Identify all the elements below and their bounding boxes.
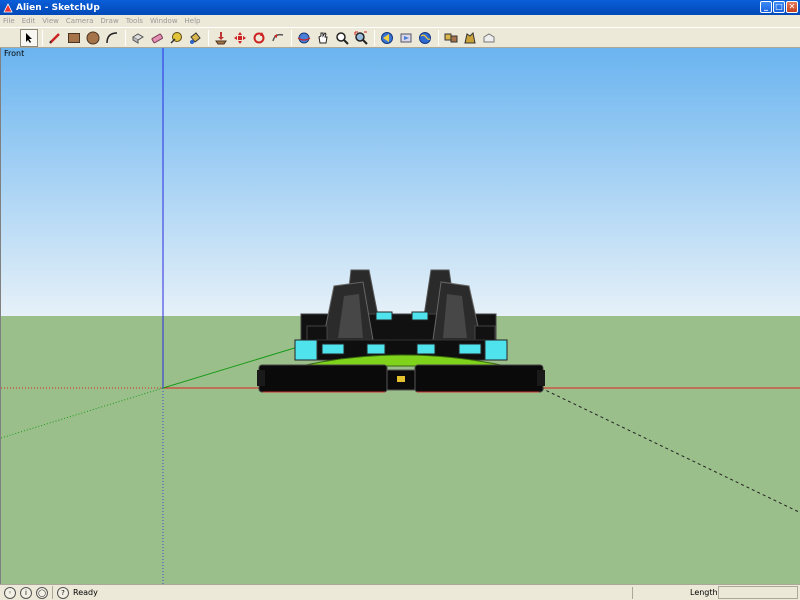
pencil-icon[interactable]	[46, 29, 64, 47]
toolbar-separator	[374, 29, 375, 46]
title-bar: Alien - SketchUp _ □ ✕	[0, 0, 800, 15]
menu-draw[interactable]: Draw	[100, 17, 118, 25]
toolbar-separator	[125, 29, 126, 46]
minimize-button[interactable]: _	[760, 1, 772, 13]
credits-status-icon[interactable]: i	[20, 586, 32, 599]
toolbar	[0, 27, 800, 48]
menu-view[interactable]: View	[42, 17, 59, 25]
rectangle-icon[interactable]	[65, 29, 83, 47]
status-separator	[52, 586, 53, 599]
menu-tools[interactable]: Tools	[126, 17, 143, 25]
move-icon[interactable]	[231, 29, 249, 47]
measurements-input[interactable]	[718, 586, 798, 599]
measurements-label: Length	[690, 588, 718, 597]
status-bar: ◦ i ◯ ? Ready Length	[0, 584, 800, 600]
view-label: Front	[4, 49, 25, 58]
geo-location-status-icon[interactable]: ◦	[4, 586, 16, 599]
eraser-icon[interactable]	[148, 29, 166, 47]
share-icon[interactable]	[480, 29, 498, 47]
geo-icon[interactable]	[416, 29, 434, 47]
push-pull-icon[interactable]	[129, 29, 147, 47]
push-pull-down-icon[interactable]	[212, 29, 230, 47]
select-icon[interactable]	[20, 28, 38, 47]
circle-icon[interactable]	[84, 29, 102, 47]
close-button[interactable]: ✕	[786, 1, 798, 13]
toolbar-separator	[291, 29, 292, 46]
status-text: Ready	[73, 588, 98, 597]
pan-icon[interactable]	[314, 29, 332, 47]
previous-view-icon[interactable]	[378, 29, 396, 47]
components-icon[interactable]	[442, 29, 460, 47]
window-title: Alien - SketchUp	[16, 2, 100, 13]
toolbar-separator	[42, 29, 43, 46]
user-status-icon[interactable]: ◯	[36, 586, 48, 599]
menu-window[interactable]: Window	[150, 17, 178, 25]
follow-me-icon[interactable]	[269, 29, 287, 47]
drawing-viewport[interactable]: Front	[0, 48, 800, 584]
zoom-extents-icon[interactable]	[352, 29, 370, 47]
toolbar-separator	[208, 29, 209, 46]
tape-measure-icon[interactable]	[167, 29, 185, 47]
measure-separator	[632, 587, 633, 599]
zoom-icon[interactable]	[333, 29, 351, 47]
menu-file[interactable]: File	[3, 17, 15, 25]
help-icon[interactable]: ?	[57, 586, 69, 599]
next-view-icon[interactable]	[397, 29, 415, 47]
sketchup-logo-icon	[3, 2, 13, 13]
maximize-button[interactable]: □	[773, 1, 785, 13]
menu-camera[interactable]: Camera	[66, 17, 93, 25]
sky	[1, 48, 800, 316]
menu-edit[interactable]: Edit	[22, 17, 36, 25]
paint-bucket-icon[interactable]	[186, 29, 204, 47]
menu-help[interactable]: Help	[185, 17, 201, 25]
toolbar-separator	[438, 29, 439, 46]
orbit-icon[interactable]	[295, 29, 313, 47]
menu-bar: File Edit View Camera Draw Tools Window …	[0, 15, 800, 27]
warehouse-icon[interactable]	[461, 29, 479, 47]
arc-icon[interactable]	[103, 29, 121, 47]
rotate-icon[interactable]	[250, 29, 268, 47]
scene	[1, 48, 800, 584]
